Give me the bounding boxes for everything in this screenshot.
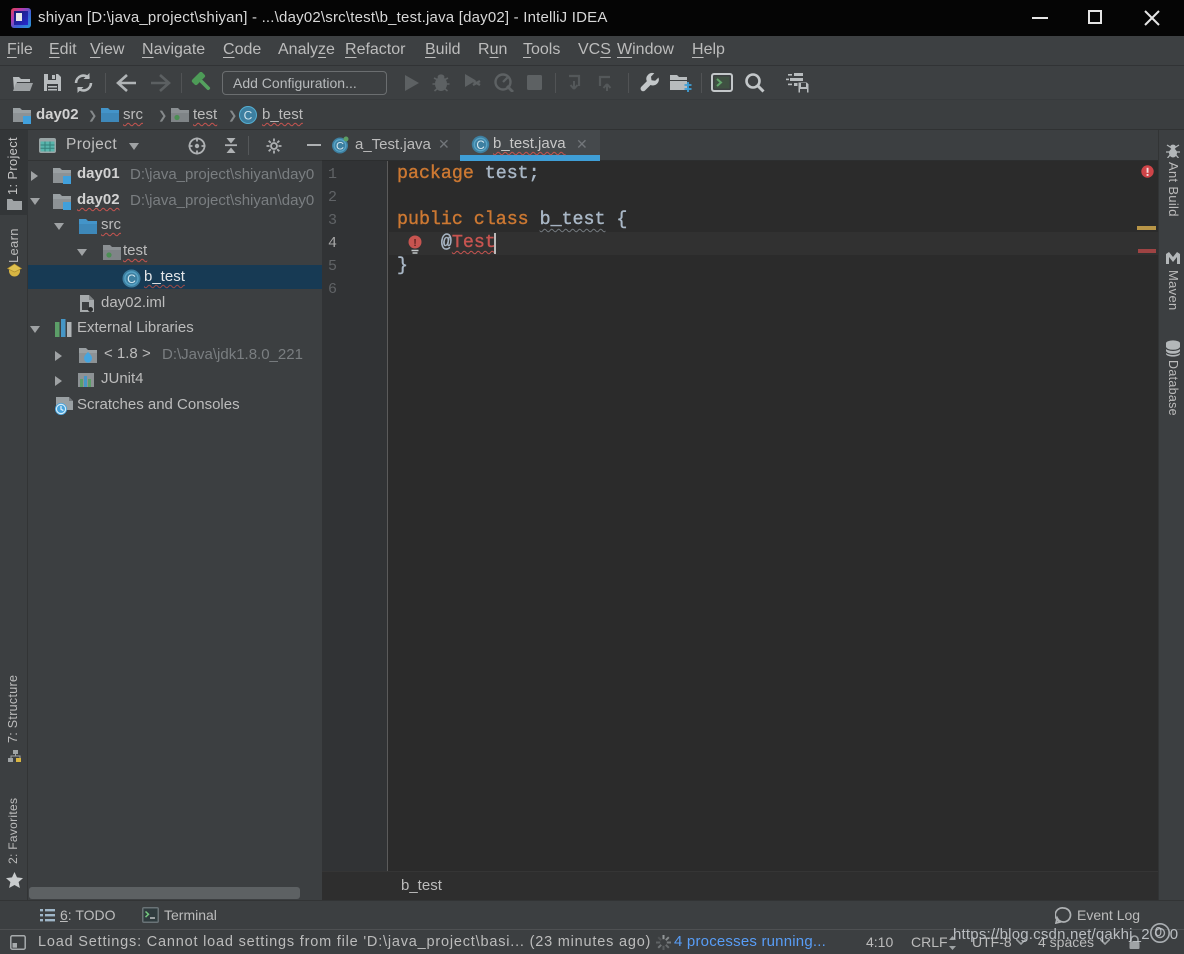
svg-text:C: C xyxy=(244,109,253,123)
svg-text:!: ! xyxy=(413,238,416,249)
svg-text:C: C xyxy=(127,272,136,286)
svg-text:C: C xyxy=(476,140,484,152)
svg-text:C: C xyxy=(336,141,344,153)
